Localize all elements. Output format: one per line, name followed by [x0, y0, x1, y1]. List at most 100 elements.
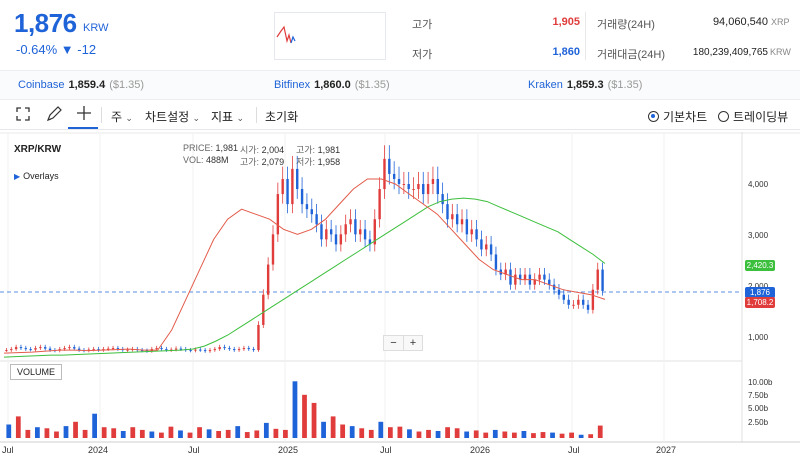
exchange-kraken[interactable]: Kraken 1,859.3 ($1.35): [528, 79, 642, 91]
chart-settings-dropdown[interactable]: 차트설정 ⌄: [145, 108, 200, 125]
volume-bar: [531, 433, 536, 438]
candle-body: [422, 184, 425, 195]
y-axis-label: 1,000: [748, 333, 769, 342]
reset-button[interactable]: 초기화: [265, 108, 298, 125]
candle-body: [388, 158, 391, 174]
volume-bar: [15, 416, 21, 438]
fullscreen-icon[interactable]: [16, 107, 30, 124]
volume-axis-label: 2.50b: [748, 418, 769, 427]
candle-body: [233, 349, 236, 351]
crosshair-icon[interactable]: [76, 105, 92, 124]
candle-body: [392, 173, 396, 179]
volume-bar: [63, 426, 69, 438]
y-axis-label: 3,000: [748, 231, 769, 240]
high-label: 고가: [412, 19, 433, 31]
candle-body: [218, 347, 221, 350]
candle-body: [412, 189, 415, 191]
zoom-out-button[interactable]: −: [384, 336, 403, 350]
exchange-price: 1,860.0: [314, 79, 351, 91]
volume-bar: [311, 402, 317, 438]
x-axis-label: 2027: [656, 445, 677, 455]
candle-body: [543, 274, 546, 280]
candle-body: [160, 348, 163, 350]
amount-24h-value: 180,239,409,765: [692, 47, 768, 58]
candle-body: [509, 269, 512, 285]
candle-body: [538, 274, 541, 280]
exchange-price: 1,859.3: [566, 79, 604, 91]
volume-bar: [540, 432, 546, 438]
candle-body: [344, 224, 347, 235]
high-value: 1,905: [552, 16, 580, 28]
candle-body: [43, 347, 47, 349]
volume-bar: [550, 432, 555, 438]
legend-high2: 고가: 2,079: [240, 157, 285, 167]
volume-bar: [511, 432, 517, 438]
exchange-usd: ($1.35): [354, 79, 390, 91]
volume-bar: [101, 427, 107, 438]
amount-24h-unit: KRW: [770, 47, 791, 57]
exchange-coinbase[interactable]: Coinbase 1,859.4 ($1.35): [18, 79, 144, 91]
triangle-right-icon: ▶: [14, 172, 21, 181]
candle-body: [266, 264, 270, 295]
amount-24h-label: 거래대금(24H): [597, 49, 665, 61]
candle-body: [383, 158, 386, 190]
volume-bar: [302, 394, 307, 438]
tradingview-radio[interactable]: 트레이딩뷰: [718, 108, 788, 125]
exchange-name: Coinbase: [18, 79, 65, 91]
candle-body: [271, 234, 275, 265]
chart-canvas[interactable]: [0, 132, 800, 461]
current-price: 1,876: [14, 8, 77, 38]
candle-body: [223, 347, 226, 349]
period-dropdown[interactable]: 주 ⌄: [111, 108, 133, 125]
indicators-label: 지표: [211, 110, 234, 124]
basic-chart-radio[interactable]: 기본차트: [648, 108, 707, 125]
exchange-usd: ($1.35): [607, 79, 643, 91]
candle-body: [455, 214, 459, 225]
candle-body: [446, 204, 449, 220]
candle-body: [155, 348, 158, 350]
low-label: 저가: [412, 49, 433, 61]
exchange-bitfinex[interactable]: Bitfinex 1,860.0 ($1.35): [274, 79, 390, 91]
zoom-in-button[interactable]: +: [403, 336, 422, 350]
volume-bar: [588, 434, 594, 438]
volume-bar: [216, 430, 222, 438]
volume-bar: [473, 430, 479, 438]
volume-bar: [292, 381, 298, 438]
candle-body: [252, 349, 255, 351]
candle-body: [417, 184, 420, 190]
sparkline: [274, 12, 386, 60]
candle-body: [174, 348, 178, 350]
candle-body: [29, 349, 32, 351]
exchange-name: Kraken: [528, 79, 563, 91]
candle-body: [601, 269, 604, 291]
legend-volume: VOL: 488M: [183, 155, 229, 165]
candle-body: [237, 349, 241, 351]
volume-bar: [569, 432, 574, 438]
draw-pencil-icon[interactable]: [46, 106, 62, 125]
active-tool-indicator: [68, 127, 98, 129]
volume-bar: [73, 421, 78, 438]
chart-settings-label: 차트설정: [145, 110, 190, 124]
candle-body: [451, 214, 454, 220]
candle-body: [436, 178, 439, 195]
candle-body: [203, 350, 207, 352]
candle-body: [533, 279, 536, 285]
candle-body: [73, 347, 76, 349]
volume-bar: [6, 424, 12, 438]
volume-24h-label: 거래량(24H): [597, 19, 655, 31]
volume-axis-label: 5.00b: [748, 404, 769, 413]
candle-body: [24, 348, 28, 350]
volume-bar: [206, 429, 212, 438]
indicators-dropdown[interactable]: 지표 ⌄: [211, 108, 244, 125]
candle-body: [296, 168, 299, 190]
candle-body: [208, 350, 212, 352]
price-chart[interactable]: XRP/KRW ▶ Overlays PRICE: 1,981 시가: 2,004…: [0, 132, 800, 461]
candle-body: [339, 234, 343, 245]
volume-bar: [426, 429, 431, 438]
chevron-down-icon: ⌄: [125, 113, 133, 123]
candle-body: [320, 224, 323, 240]
ma-short-tag: 1,708.2: [745, 297, 775, 308]
volume-bar: [368, 429, 374, 438]
overlays-toggle[interactable]: ▶ Overlays: [14, 171, 59, 181]
exchange-name: Bitfinex: [274, 79, 311, 91]
